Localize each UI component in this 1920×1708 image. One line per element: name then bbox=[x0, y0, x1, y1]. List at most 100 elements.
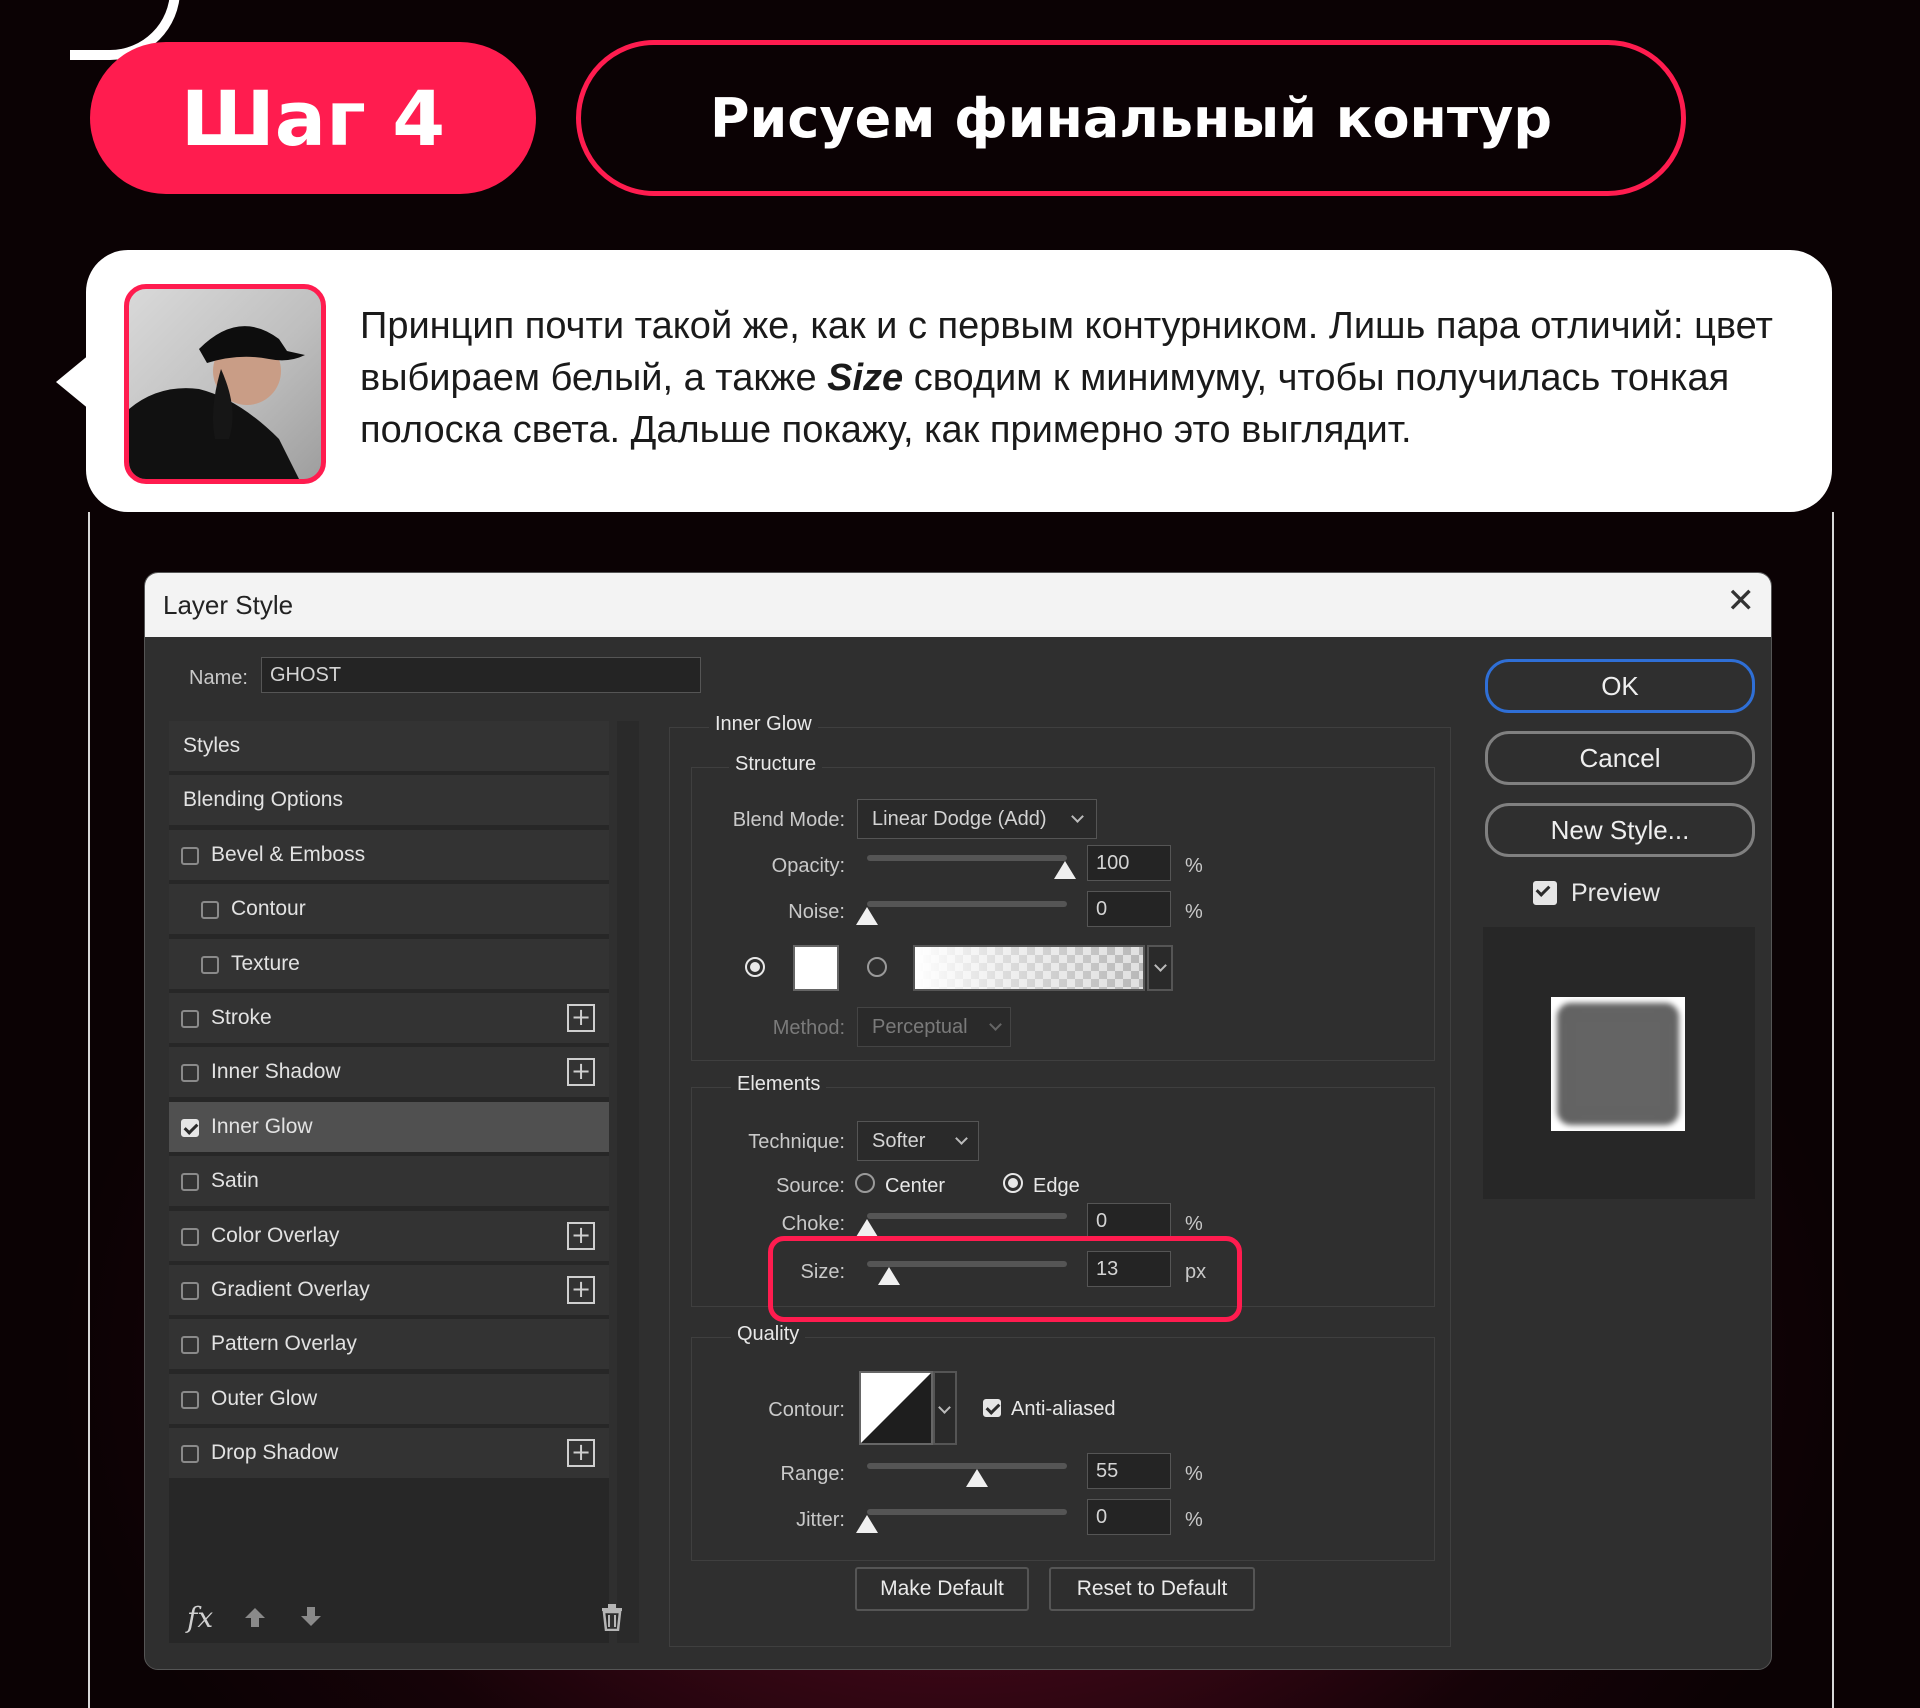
noise-unit: % bbox=[1185, 901, 1203, 923]
bubble-text: Принцип почти такой же, как и с первым к… bbox=[360, 300, 1800, 456]
blend-mode-label: Blend Mode: bbox=[732, 809, 845, 831]
close-icon[interactable]: ✕ bbox=[1727, 581, 1756, 621]
fx-icon[interactable]: fx bbox=[187, 1601, 213, 1634]
choke-unit: % bbox=[1185, 1213, 1203, 1235]
noise-label: Noise: bbox=[788, 901, 845, 923]
contour-preview[interactable] bbox=[859, 1371, 933, 1445]
blend-mode-select[interactable]: Linear Dodge (Add) bbox=[857, 799, 1097, 839]
step-badge: Шаг 4 bbox=[90, 42, 536, 194]
jitter-slider[interactable] bbox=[867, 1509, 1067, 1515]
glow-color-swatch[interactable] bbox=[793, 945, 839, 991]
style-checkbox[interactable] bbox=[181, 1445, 199, 1464]
quality-title: Quality bbox=[731, 1323, 806, 1346]
style-item-label: Styles bbox=[183, 734, 241, 757]
style-checkbox[interactable] bbox=[181, 1227, 199, 1246]
page-title: Рисуем финальный контур bbox=[576, 40, 1686, 196]
contour-dropdown[interactable] bbox=[933, 1371, 957, 1445]
style-item[interactable]: Styles bbox=[169, 721, 609, 773]
technique-select[interactable]: Softer bbox=[857, 1121, 979, 1161]
style-item[interactable]: Inner Glow bbox=[169, 1101, 609, 1154]
style-item-label: Blending Options bbox=[183, 788, 343, 812]
add-style-icon[interactable]: + bbox=[567, 1221, 595, 1250]
choke-slider[interactable] bbox=[867, 1213, 1067, 1219]
opacity-slider-thumb[interactable] bbox=[1054, 861, 1076, 879]
style-checkbox[interactable] bbox=[181, 1336, 199, 1355]
source-edge-radio[interactable] bbox=[1003, 1173, 1023, 1193]
style-item-label: Stroke bbox=[211, 1006, 272, 1029]
style-item-label: Inner Glow bbox=[211, 1114, 313, 1138]
chevron-down-icon bbox=[989, 1018, 1002, 1031]
opacity-input[interactable]: 100 bbox=[1087, 845, 1171, 881]
speech-bubble-tail bbox=[56, 354, 90, 410]
style-item-label: Pattern Overlay bbox=[211, 1332, 357, 1356]
style-item-label: Drop Shadow bbox=[211, 1441, 339, 1465]
arrow-up-icon[interactable] bbox=[243, 1605, 267, 1629]
style-checkbox[interactable] bbox=[181, 1010, 199, 1028]
chevron-down-icon bbox=[955, 1132, 968, 1145]
range-unit: % bbox=[1185, 1463, 1203, 1485]
opacity-unit: % bbox=[1185, 855, 1203, 877]
preview-swatch bbox=[1551, 997, 1685, 1131]
styles-scrollbar[interactable] bbox=[617, 721, 639, 1643]
style-checkbox[interactable] bbox=[181, 1173, 199, 1192]
jitter-slider-thumb[interactable] bbox=[856, 1515, 878, 1533]
gradient-dropdown[interactable] bbox=[1147, 945, 1173, 991]
source-center-radio[interactable] bbox=[855, 1173, 875, 1193]
gradient-picker[interactable] bbox=[913, 945, 1145, 991]
style-checkbox[interactable] bbox=[181, 1282, 199, 1300]
choke-slider-thumb[interactable] bbox=[856, 1219, 878, 1237]
source-edge-label: Edge bbox=[1033, 1175, 1080, 1197]
choke-label: Choke: bbox=[781, 1213, 845, 1235]
method-label: Method: bbox=[772, 1017, 845, 1039]
cancel-button[interactable]: Cancel bbox=[1485, 731, 1755, 785]
style-item[interactable]: Color Overlay + bbox=[169, 1210, 609, 1263]
add-style-icon[interactable]: + bbox=[567, 1276, 595, 1304]
style-item[interactable]: Outer Glow bbox=[169, 1373, 609, 1426]
style-item-label: Inner Shadow bbox=[211, 1060, 341, 1084]
choke-input[interactable]: 0 bbox=[1087, 1203, 1171, 1239]
range-slider-thumb[interactable] bbox=[966, 1469, 988, 1487]
add-style-icon[interactable]: + bbox=[567, 1004, 595, 1032]
jitter-input[interactable]: 0 bbox=[1087, 1499, 1171, 1535]
chevron-down-icon bbox=[1071, 810, 1084, 823]
chevron-down-icon bbox=[1154, 959, 1167, 972]
style-item[interactable]: Drop Shadow + bbox=[169, 1428, 609, 1481]
arrow-down-icon[interactable] bbox=[299, 1605, 323, 1629]
style-checkbox[interactable] bbox=[201, 901, 219, 920]
preview-checkbox[interactable] bbox=[1533, 881, 1557, 905]
opacity-label: Opacity: bbox=[771, 855, 845, 877]
style-item[interactable]: Texture bbox=[169, 938, 609, 991]
anti-aliased-checkbox[interactable] bbox=[983, 1399, 1001, 1417]
reset-to-default-button[interactable]: Reset to Default bbox=[1049, 1567, 1255, 1611]
style-item[interactable]: Stroke + bbox=[169, 993, 609, 1045]
trash-icon[interactable] bbox=[599, 1603, 625, 1631]
color-radio[interactable] bbox=[745, 957, 765, 977]
new-style-button[interactable]: New Style... bbox=[1485, 803, 1755, 857]
structure-title: Structure bbox=[729, 753, 823, 776]
style-checkbox[interactable] bbox=[201, 955, 219, 974]
noise-input[interactable]: 0 bbox=[1087, 891, 1171, 927]
style-item[interactable]: Inner Shadow + bbox=[169, 1047, 609, 1100]
name-input[interactable]: GHOST bbox=[261, 657, 701, 693]
method-select[interactable]: Perceptual bbox=[857, 1007, 1011, 1047]
style-item[interactable]: Blending Options bbox=[169, 775, 609, 828]
style-item[interactable]: Gradient Overlay + bbox=[169, 1265, 609, 1317]
inner-glow-title: Inner Glow bbox=[709, 713, 818, 736]
range-input[interactable]: 55 bbox=[1087, 1453, 1171, 1489]
gradient-radio[interactable] bbox=[867, 957, 887, 977]
style-checkbox[interactable] bbox=[181, 1118, 199, 1137]
add-style-icon[interactable]: + bbox=[567, 1058, 595, 1087]
make-default-button[interactable]: Make Default bbox=[855, 1567, 1029, 1611]
noise-slider-thumb[interactable] bbox=[856, 907, 878, 925]
ok-button[interactable]: OK bbox=[1485, 659, 1755, 713]
opacity-slider[interactable] bbox=[867, 855, 1067, 861]
style-item[interactable]: Satin bbox=[169, 1156, 609, 1209]
style-item[interactable]: Contour bbox=[169, 884, 609, 937]
add-style-icon[interactable]: + bbox=[567, 1439, 595, 1468]
style-item[interactable]: Bevel & Emboss bbox=[169, 829, 609, 882]
style-checkbox[interactable] bbox=[181, 1390, 199, 1409]
noise-slider[interactable] bbox=[867, 901, 1067, 907]
style-item[interactable]: Pattern Overlay bbox=[169, 1319, 609, 1372]
style-checkbox[interactable] bbox=[181, 1064, 199, 1083]
style-checkbox[interactable] bbox=[181, 846, 199, 865]
